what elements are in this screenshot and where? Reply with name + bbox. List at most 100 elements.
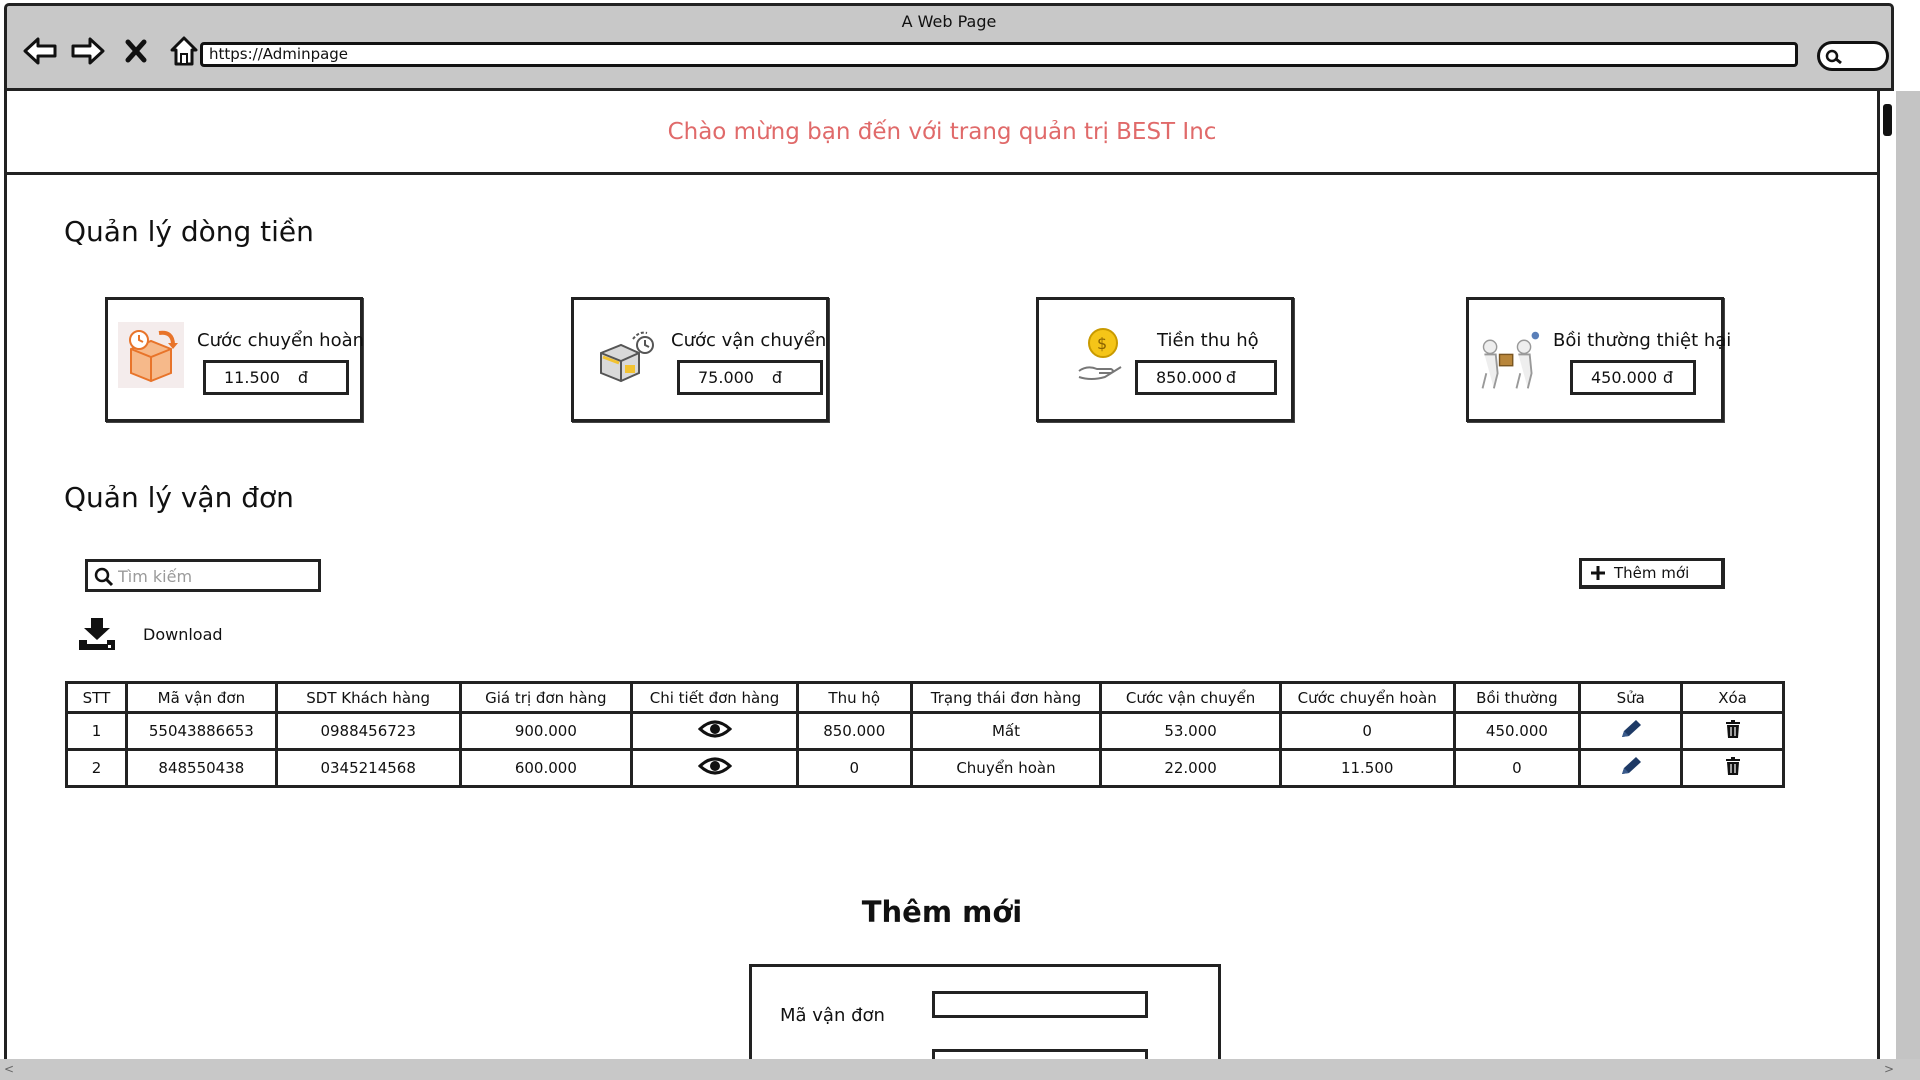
form-title: Thêm mới xyxy=(861,895,1023,929)
scroll-left-arrow-icon[interactable]: < xyxy=(4,1062,14,1076)
cell-cod: 850.000 xyxy=(795,711,913,751)
plus-icon xyxy=(1591,566,1605,580)
nav-controls xyxy=(21,32,203,70)
card-label: Bồi thường thiệt hại xyxy=(1553,330,1732,351)
card-value: 11.500 xyxy=(224,368,280,387)
view-details-button[interactable] xyxy=(630,711,799,751)
cell-shipping: 53.000 xyxy=(1099,711,1282,751)
card-label: Cước vận chuyển xyxy=(671,330,827,351)
eye-icon xyxy=(697,720,732,738)
card-value: 75.000 xyxy=(698,368,754,387)
column-header: STT xyxy=(65,681,128,714)
form-second-input[interactable] xyxy=(932,1049,1148,1059)
trash-icon xyxy=(1725,720,1740,738)
welcome-text: Chào mừng bạn đến với trang quản trị BES… xyxy=(667,118,1217,145)
card-shipping-fee: Cước vận chuyển 75.000 đ xyxy=(571,297,829,422)
welcome-banner: Chào mừng bạn đến với trang quản trị BES… xyxy=(7,91,1877,175)
scroll-right-arrow-icon[interactable]: > xyxy=(1884,1062,1894,1076)
cell-compensation: 0 xyxy=(1452,748,1582,788)
cell-compensation: 450.000 xyxy=(1452,711,1582,751)
trash-icon xyxy=(1725,757,1740,775)
cell-return-fee: 0 xyxy=(1278,711,1456,751)
cell-return-fee: 11.500 xyxy=(1278,748,1456,788)
currency-symbol: đ xyxy=(297,368,308,387)
column-header: Cước chuyển hoàn xyxy=(1278,681,1456,714)
stop-icon[interactable] xyxy=(117,32,155,70)
card-cod: $ Tiền thu hộ 850.000 đ xyxy=(1036,297,1294,422)
add-order-form: Mã vận đơn xyxy=(749,964,1221,1059)
column-header: Bồi thường xyxy=(1452,681,1582,714)
forward-arrow-icon[interactable] xyxy=(69,32,107,70)
search-icon xyxy=(94,567,114,587)
download-button[interactable]: Download xyxy=(77,616,223,652)
cell-stt: 2 xyxy=(65,748,128,788)
card-value-field: 850.000 đ xyxy=(1135,360,1277,395)
column-header: Thu hộ xyxy=(795,681,913,714)
cell-phone: 0988456723 xyxy=(274,711,462,751)
currency-symbol: đ xyxy=(1662,368,1673,387)
view-details-button[interactable] xyxy=(630,748,799,788)
order-code-label: Mã vận đơn xyxy=(780,1005,885,1026)
pencil-icon xyxy=(1621,720,1641,737)
card-value-field: 75.000 đ xyxy=(677,360,823,395)
order-code-input[interactable] xyxy=(932,991,1148,1018)
edit-button[interactable] xyxy=(1578,711,1684,751)
column-header: Chi tiết đơn hàng xyxy=(630,681,799,714)
column-header: Cước vận chuyển xyxy=(1099,681,1282,714)
card-value: 450.000 xyxy=(1591,368,1658,387)
cell-phone: 0345214568 xyxy=(274,748,462,788)
delete-button[interactable] xyxy=(1680,711,1785,751)
vertical-scrollbar[interactable] xyxy=(1896,91,1920,1059)
eye-icon xyxy=(697,757,732,775)
compensation-icon xyxy=(1475,328,1541,394)
cell-code: 55043886653 xyxy=(124,711,278,751)
browser-search-field[interactable] xyxy=(1817,41,1889,71)
search-icon xyxy=(1825,49,1842,65)
cell-code: 848550438 xyxy=(124,748,278,788)
card-value-field: 450.000 đ xyxy=(1570,360,1696,395)
svg-text:$: $ xyxy=(1097,334,1107,353)
cell-value: 900.000 xyxy=(458,711,634,751)
add-order-label: Thêm mới xyxy=(1614,564,1690,582)
horizontal-scrollbar[interactable] xyxy=(0,1059,1920,1080)
scroll-thumb[interactable] xyxy=(1883,104,1892,136)
cell-stt: 1 xyxy=(65,711,128,751)
download-label: Download xyxy=(143,624,223,644)
column-header: Trạng thái đơn hàng xyxy=(909,681,1103,714)
browser-window: A Web Page https://Adminpage Chào mừng b… xyxy=(0,0,1920,1080)
add-order-button[interactable]: Thêm mới xyxy=(1579,558,1725,589)
card-value-field: 11.500 đ xyxy=(203,360,349,395)
cell-value: 600.000 xyxy=(458,748,634,788)
search-input[interactable] xyxy=(118,564,313,588)
cell-shipping: 22.000 xyxy=(1099,748,1282,788)
column-header: Mã vận đơn xyxy=(124,681,278,714)
cashflow-title: Quản lý dòng tiền xyxy=(64,215,314,248)
column-header: Sửa xyxy=(1578,681,1684,714)
edit-button[interactable] xyxy=(1578,748,1684,788)
page-content: Chào mừng bạn đến với trang quản trị BES… xyxy=(4,91,1880,1059)
address-bar[interactable]: https://Adminpage xyxy=(200,42,1798,67)
column-header: SDT Khách hàng xyxy=(274,681,462,714)
currency-symbol: đ xyxy=(771,368,782,387)
download-icon xyxy=(79,618,115,650)
column-header: Giá trị đơn hàng xyxy=(458,681,634,714)
cell-cod: 0 xyxy=(795,748,913,788)
card-value: 850.000 xyxy=(1156,368,1223,387)
table-row: 1 55043886653 0988456723 900.000 850.000… xyxy=(65,711,1785,751)
card-return-fee: Cước chuyển hoàn 11.500 đ xyxy=(105,297,365,422)
order-search-field[interactable] xyxy=(85,559,321,592)
browser-toolbar: A Web Page https://Adminpage xyxy=(4,3,1894,91)
table-row: 2 848550438 0345214568 600.000 0 Chuyển … xyxy=(65,748,1785,788)
card-label: Tiền thu hộ xyxy=(1157,330,1259,351)
window-title: A Web Page xyxy=(901,12,997,31)
pencil-icon xyxy=(1621,757,1641,774)
column-header: Xóa xyxy=(1680,681,1785,714)
home-icon[interactable] xyxy=(165,32,203,70)
card-label: Cước chuyển hoàn xyxy=(197,330,365,351)
back-arrow-icon[interactable] xyxy=(21,32,59,70)
card-compensation: Bồi thường thiệt hại 450.000 đ xyxy=(1466,297,1731,422)
orders-table: STT Mã vận đơn SDT Khách hàng Giá trị đơ… xyxy=(65,681,1785,788)
currency-symbol: đ xyxy=(1225,368,1236,387)
shipping-box-icon xyxy=(594,322,660,388)
delete-button[interactable] xyxy=(1680,748,1785,788)
